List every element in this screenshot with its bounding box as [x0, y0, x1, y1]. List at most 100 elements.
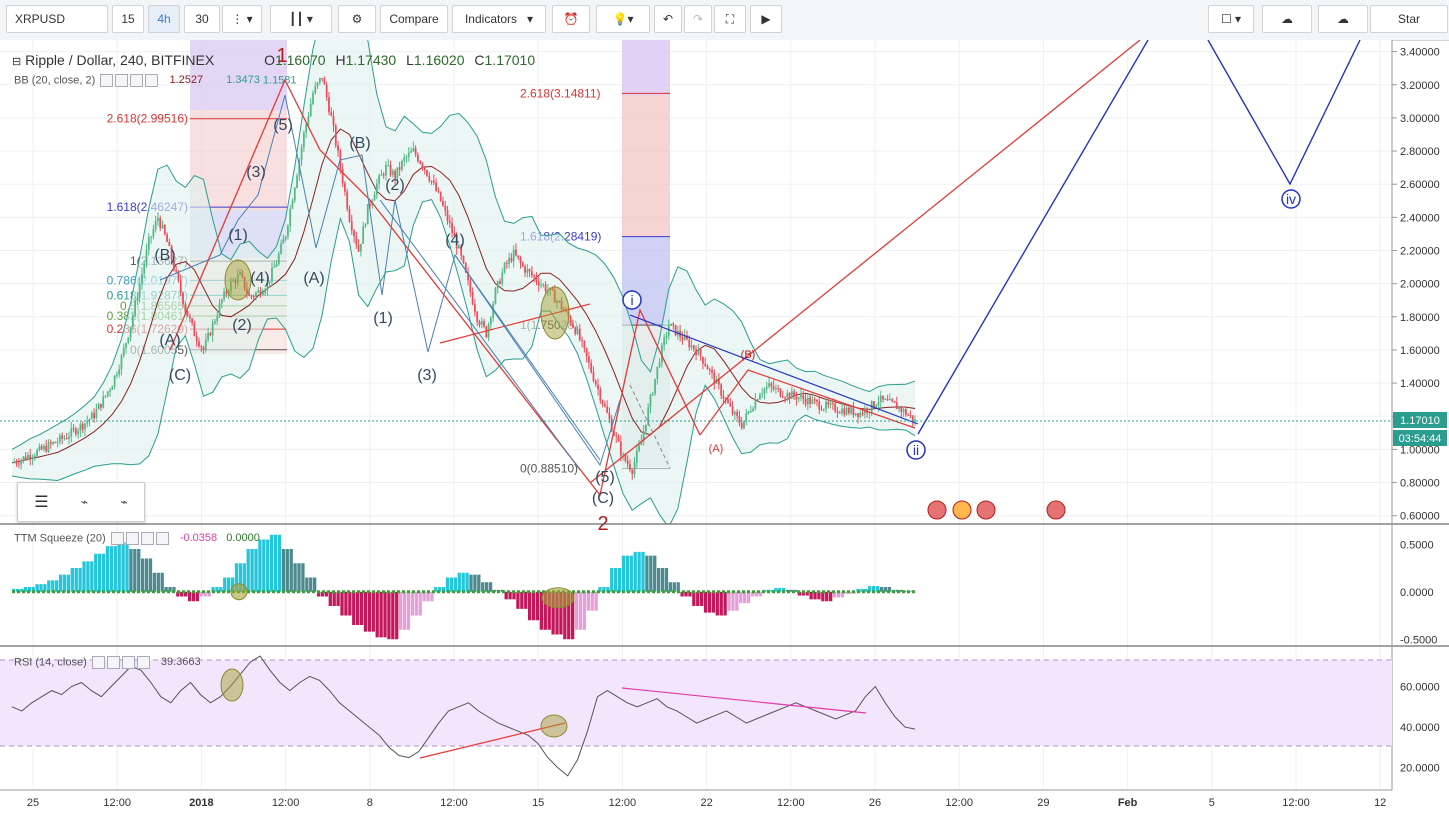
- us-flag-icon[interactable]: [952, 500, 972, 520]
- candle-body: [469, 280, 472, 293]
- candle-body: [914, 419, 916, 422]
- candle-body: [542, 284, 545, 286]
- chart-type-button[interactable]: ┃┃ ▾: [270, 5, 332, 33]
- elliott-correction-icon[interactable]: ⌁: [121, 495, 128, 509]
- interval-more-button[interactable]: ⋮ ▾: [222, 5, 262, 33]
- ttm-bar: [582, 591, 587, 630]
- ttm-bar: [356, 591, 360, 625]
- fullscreen-button[interactable]: ⛶: [714, 5, 746, 33]
- ideas-button[interactable]: 💡▾: [596, 5, 650, 33]
- candle-body: [708, 369, 711, 371]
- ttm-bar: [641, 551, 645, 592]
- candle-body: [198, 341, 200, 347]
- candle-body: [152, 229, 155, 237]
- candle-body: [401, 160, 403, 170]
- candle-body: [102, 396, 105, 408]
- ttm-controls[interactable]: [109, 532, 169, 545]
- time-tick-label: 8: [367, 797, 373, 809]
- ttm-bar: [473, 574, 477, 592]
- bb-legend: BB (20, close, 2) 1.2527 1.3473 1.1581: [14, 74, 297, 87]
- ttm-bar: [395, 591, 399, 640]
- candle-body: [13, 461, 16, 463]
- indicators-button[interactable]: Indicators ▾: [452, 5, 546, 33]
- collapse-icon[interactable]: ⊟: [12, 56, 21, 68]
- rsi-controls[interactable]: [90, 656, 150, 669]
- candle-body: [36, 450, 38, 456]
- candle-body: [90, 412, 93, 420]
- redo-button[interactable]: ↷: [684, 5, 712, 33]
- fib-label: 0(0.88510): [520, 461, 578, 475]
- ttm-bar: [625, 555, 630, 592]
- candle-body: [510, 257, 513, 262]
- ttm-bar: [399, 591, 403, 630]
- rsi-band: [0, 660, 1392, 746]
- ttm-bar: [465, 572, 469, 592]
- wave-label: (3): [417, 367, 437, 384]
- chart-area[interactable]: 2.618(3.14811)1.618(2.28419)1(1.75028)0(…: [0, 40, 1449, 815]
- square-icon: ☐ ▾: [1220, 12, 1242, 26]
- bb-controls[interactable]: [98, 74, 159, 87]
- undo-button[interactable]: ↶: [654, 5, 682, 33]
- candle-body: [535, 276, 538, 282]
- candle-body: [293, 187, 296, 201]
- save-cloud-button[interactable]: ☁: [1318, 5, 1368, 33]
- candle-body: [501, 272, 504, 284]
- ttm-bar: [371, 591, 375, 632]
- us-flag-icon[interactable]: [976, 500, 996, 520]
- ttm-bar: [367, 591, 372, 632]
- candle-body: [430, 180, 433, 182]
- time-axis[interactable]: 25 12:00 2018 12:00 8 12:00 15 12:00 22 12:00 26 12…: [27, 797, 1449, 809]
- candle-body: [179, 280, 182, 293]
- candle-body: [476, 312, 479, 322]
- candle-body: [588, 356, 590, 363]
- candle-body: [599, 389, 602, 401]
- interval-4h-button[interactable]: 4h: [148, 5, 180, 33]
- compare-button[interactable]: Compare: [380, 5, 448, 33]
- alert-button[interactable]: ⏰: [552, 5, 590, 33]
- ttm-bar: [610, 568, 614, 592]
- interval-15-button[interactable]: 15: [112, 5, 144, 33]
- candle-body: [829, 403, 832, 405]
- ttm-bar: [531, 591, 536, 621]
- candle-body: [795, 396, 798, 400]
- settings-button[interactable]: ⚙: [338, 5, 376, 33]
- interval-30-button[interactable]: 30: [184, 5, 220, 33]
- ttm-bar: [461, 572, 465, 592]
- candle-body: [603, 404, 606, 407]
- candle-body: [150, 236, 152, 238]
- layout-button[interactable]: ☐ ▾: [1208, 5, 1254, 33]
- symbol-search-input[interactable]: XRPUSD: [6, 5, 108, 33]
- more-icon: ⋮ ▾: [231, 12, 253, 26]
- candle-body: [428, 175, 431, 181]
- price-tick-label: 2.40000: [1400, 212, 1440, 224]
- candle-body: [779, 388, 782, 397]
- candle-body: [578, 328, 581, 340]
- load-cloud-button[interactable]: ☁: [1262, 5, 1312, 33]
- candle-body: [524, 266, 526, 273]
- candle-body: [770, 383, 773, 387]
- candle-body: [597, 384, 599, 390]
- low-value: 1.16020: [413, 52, 465, 68]
- candle-body: [348, 208, 351, 222]
- ttm-bar: [703, 591, 708, 613]
- rsi-legend: RSI (14, close) 39.3663: [14, 656, 201, 669]
- candle-body: [902, 409, 905, 412]
- ttm-legend: TTM Squeeze (20) -0.0358 0.0000: [14, 532, 260, 545]
- candle-body: [389, 165, 392, 176]
- candle-body: [120, 355, 123, 370]
- price-axis[interactable]: 3.40000 3.20000 3.00000 2.80000 2.60000 2.400…: [1392, 47, 1440, 775]
- elliott-impulse-icon[interactable]: ⌁: [81, 495, 88, 509]
- candle-body: [747, 411, 750, 413]
- replay-button[interactable]: ▶: [750, 5, 782, 33]
- candle-body: [480, 321, 483, 325]
- ttm-bar: [453, 577, 458, 592]
- ttm-bar: [743, 591, 747, 604]
- fib-label: 2.618(2.99516): [107, 112, 188, 126]
- ttm-bar: [629, 555, 633, 592]
- fib-tool-icon[interactable]: ☰: [34, 492, 48, 512]
- candle-body: [330, 112, 333, 116]
- us-flag-icon[interactable]: [1046, 500, 1066, 520]
- star-button[interactable]: Star: [1370, 5, 1448, 33]
- us-flag-icon[interactable]: [927, 500, 947, 520]
- candle-body: [722, 395, 725, 399]
